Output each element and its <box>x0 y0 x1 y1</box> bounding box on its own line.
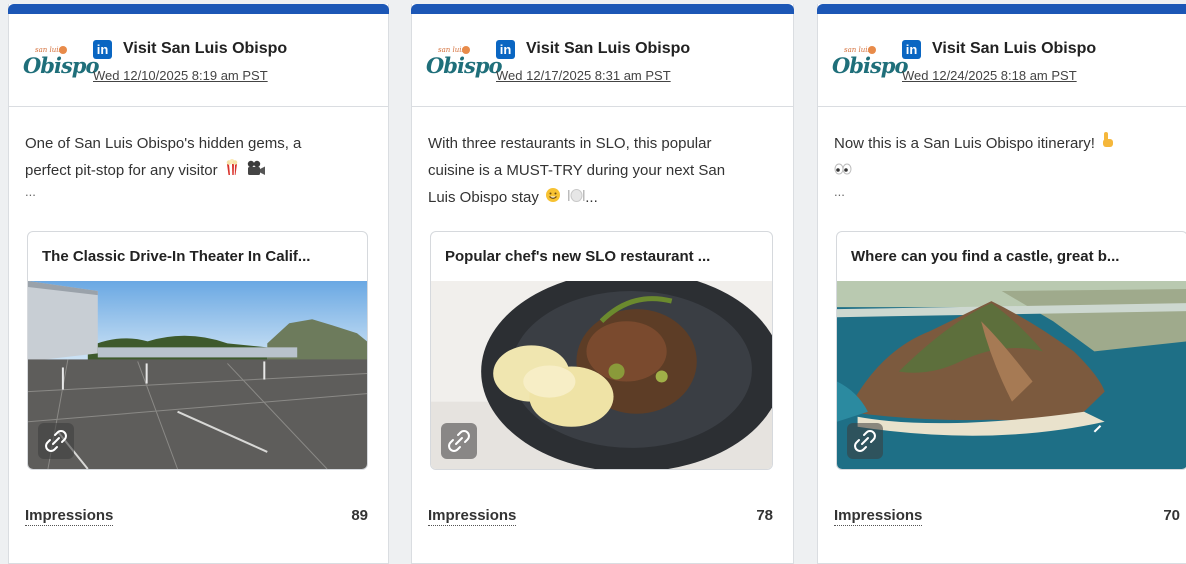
popcorn-icon <box>224 158 240 185</box>
brand-logo: san luis Obispo <box>23 46 99 78</box>
card-header: san luis Obispo in Visit San Luis Obispo… <box>412 14 793 107</box>
post-date-link[interactable]: Wed 12/17/2025 8:31 am PST <box>496 68 671 83</box>
account-name[interactable]: Visit San Luis Obispo <box>123 40 287 58</box>
post-text: With three restaurants in SLO, this popu… <box>428 130 779 212</box>
post-text: One of San Luis Obispo's hidden gems, a … <box>25 135 302 199</box>
smile-icon <box>545 185 561 212</box>
card-header: san luis Obispo in Visit San Luis Obispo… <box>9 14 388 107</box>
post-card-2[interactable]: san luis Obispo in Visit San Luis Obispo… <box>411 4 794 564</box>
card-header: san luis Obispo in Visit San Luis Obispo… <box>818 14 1186 107</box>
post-card-3[interactable]: san luis Obispo in Visit San Luis Obispo… <box>817 4 1186 564</box>
link-preview[interactable]: Where can you find a castle, great b... <box>836 231 1186 470</box>
account-name[interactable]: Visit San Luis Obispo <box>526 40 690 58</box>
link-icon[interactable] <box>38 423 74 459</box>
link-preview[interactable]: Popular chef's new SLO restaurant ... <box>430 231 773 470</box>
impressions-label[interactable]: Impressions <box>25 507 114 526</box>
movie-camera-icon <box>246 158 266 185</box>
linkedin-icon: in <box>496 40 515 59</box>
link-preview-title[interactable]: Where can you find a castle, great b... <box>837 232 1186 281</box>
impressions-label[interactable]: Impressions <box>428 507 517 526</box>
brand-logo: san luis Obispo <box>832 46 908 78</box>
drive-in-theater-image <box>28 281 367 469</box>
link-preview-title[interactable]: Popular chef's new SLO restaurant ... <box>431 232 772 281</box>
impressions-value: 89 <box>351 507 368 524</box>
impressions-value: 70 <box>1163 507 1180 524</box>
post-date-link[interactable]: Wed 12/10/2025 8:19 am PST <box>93 68 268 83</box>
card-accent-bar <box>411 4 794 14</box>
link-icon[interactable] <box>441 423 477 459</box>
morro-rock-image <box>837 281 1186 469</box>
impressions-value: 78 <box>756 507 773 524</box>
post-card-1[interactable]: san luis Obispo in Visit San Luis Obispo… <box>8 4 389 564</box>
eyes-icon <box>834 158 852 185</box>
plate-icon <box>567 185 585 212</box>
account-name[interactable]: Visit San Luis Obispo <box>932 40 1096 58</box>
link-preview[interactable]: The Classic Drive-In Theater In Calif... <box>27 231 368 470</box>
link-preview-title[interactable]: The Classic Drive-In Theater In Calif... <box>28 232 367 281</box>
card-accent-bar <box>817 4 1186 14</box>
link-icon[interactable] <box>847 423 883 459</box>
post-text: Now this is a San Luis Obispo itinerary!… <box>834 130 1176 199</box>
restaurant-dish-image <box>431 281 772 469</box>
linkedin-icon: in <box>902 40 921 59</box>
impressions-label[interactable]: Impressions <box>834 507 923 526</box>
card-accent-bar <box>8 4 389 14</box>
post-date-link[interactable]: Wed 12/24/2025 8:18 am PST <box>902 68 1077 83</box>
linkedin-icon: in <box>93 40 112 59</box>
brand-logo: san luis Obispo <box>426 46 502 78</box>
pointing-down-icon <box>1101 131 1115 158</box>
